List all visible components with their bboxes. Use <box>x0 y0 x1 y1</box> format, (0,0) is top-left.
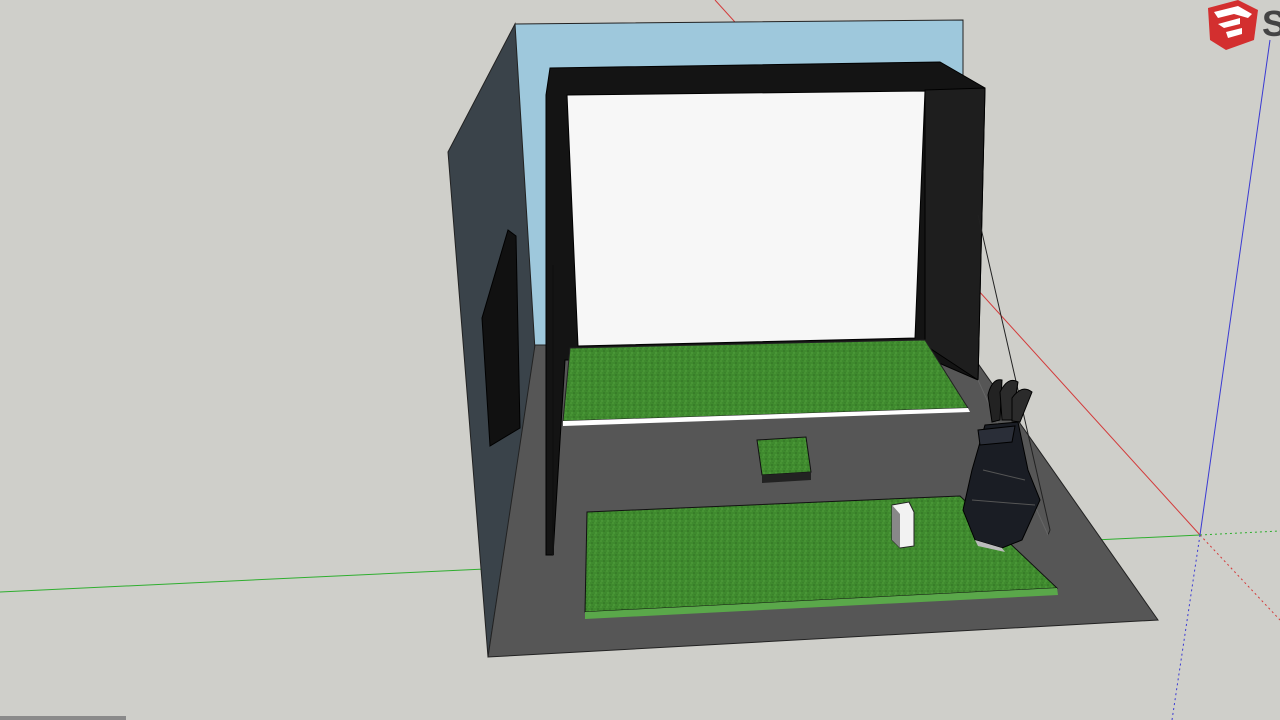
status-bar-fragment <box>0 716 126 720</box>
green-axis-dotted-line <box>1199 530 1280 536</box>
back-turf[interactable] <box>562 339 969 422</box>
enclosure-right-panel <box>924 87 986 381</box>
sketchup-logo-icon <box>1208 0 1258 50</box>
sketchup-viewport[interactable]: S <box>0 0 1280 720</box>
blue-axis-line <box>1199 39 1271 536</box>
3d-scene[interactable] <box>0 0 1280 720</box>
sketchup-logo-text: S <box>1262 3 1280 44</box>
sketchup-logo: S <box>1204 0 1280 56</box>
red-axis-dotted-line <box>1199 534 1280 621</box>
impact-screen[interactable] <box>566 90 926 347</box>
tee-box[interactable] <box>756 436 812 476</box>
blue-axis-dotted-line <box>1171 534 1201 720</box>
